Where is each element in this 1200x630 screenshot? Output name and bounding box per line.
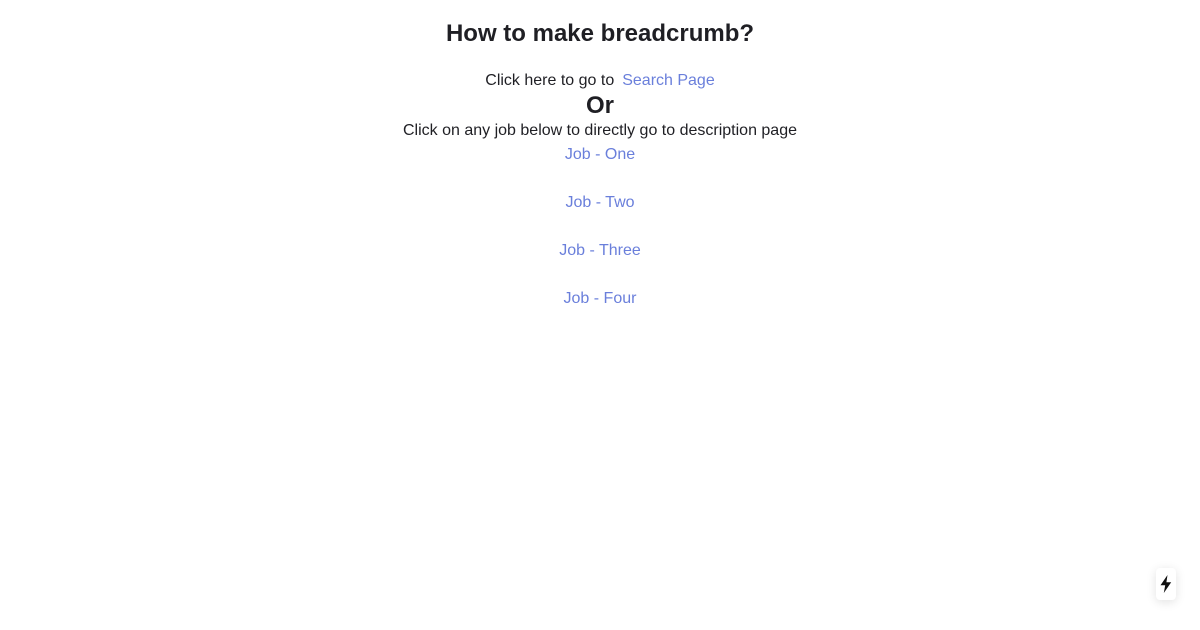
lightning-bolt-icon bbox=[1160, 575, 1172, 593]
job-link-four[interactable]: Job - Four bbox=[564, 289, 637, 309]
search-prompt: Click here to go to bbox=[485, 72, 615, 89]
or-divider-text: Or bbox=[585, 92, 614, 119]
search-page-link[interactable]: Search Page bbox=[622, 72, 715, 89]
dev-indicator-button[interactable] bbox=[1156, 568, 1176, 600]
job-link-one[interactable]: Job - One bbox=[565, 145, 635, 165]
search-line: Click here to go to Search Page bbox=[485, 71, 714, 91]
job-link-two[interactable]: Job - Two bbox=[565, 193, 634, 213]
page: How to make breadcrumb? Click here to go… bbox=[0, 0, 1200, 630]
job-link-three[interactable]: Job - Three bbox=[559, 241, 641, 261]
jobs-prompt: Click on any job below to directly go to… bbox=[403, 122, 797, 139]
main-content: How to make breadcrumb? Click here to go… bbox=[0, 0, 1200, 337]
job-list: Job - One Job - Two Job - Three Job - Fo… bbox=[559, 145, 641, 337]
page-title: How to make breadcrumb? bbox=[445, 20, 755, 47]
